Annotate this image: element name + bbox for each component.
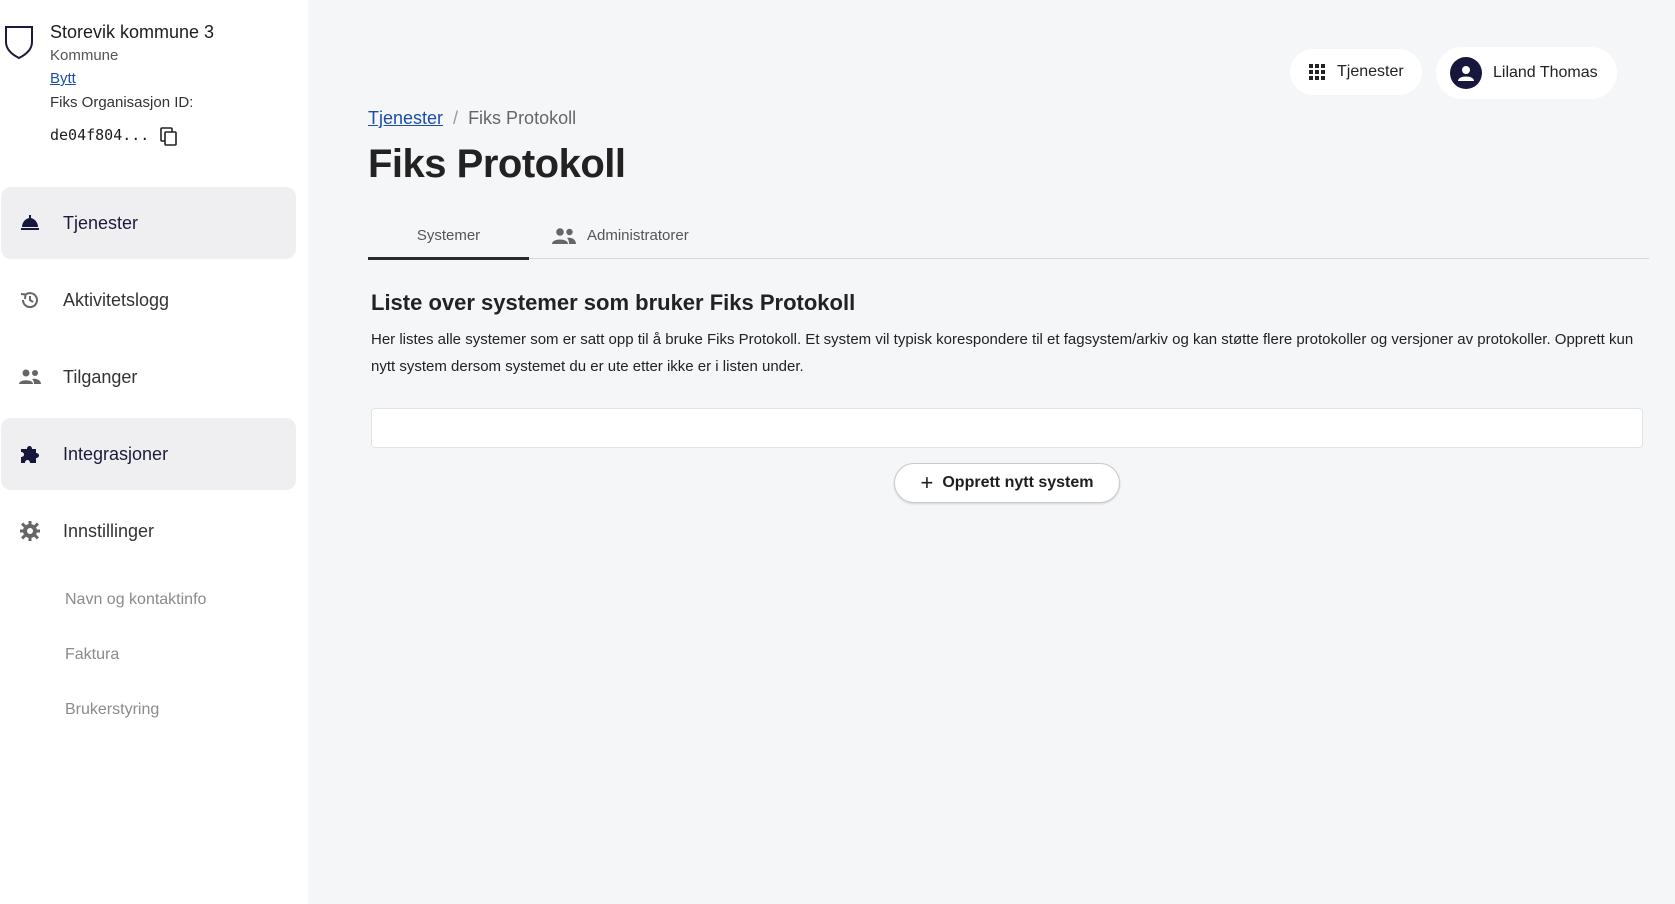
user-name: Liland Thomas bbox=[1493, 64, 1598, 81]
sidebar-item-label: Integrasjoner bbox=[63, 443, 169, 464]
gear-icon bbox=[17, 518, 43, 544]
switch-org-link[interactable]: Bytt bbox=[50, 70, 76, 87]
sidebar-item-tilganger[interactable]: Tilganger bbox=[1, 341, 296, 413]
org-id-value: de04f804... bbox=[50, 126, 150, 144]
sidebar-subitem-navn-og-kontaktinfo[interactable]: Navn og kontaktinfo bbox=[0, 572, 296, 627]
org-type: Kommune bbox=[50, 47, 119, 64]
systems-list bbox=[371, 408, 1643, 448]
history-icon bbox=[17, 287, 43, 313]
sidebar-subitem-faktura[interactable]: Faktura bbox=[0, 627, 296, 682]
breadcrumb-link-tjenester[interactable]: Tjenester bbox=[368, 108, 443, 129]
sidebar-subitem-label: Navn og kontaktinfo bbox=[65, 590, 207, 608]
shield-icon bbox=[5, 26, 33, 60]
page-title: Fiks Protokoll bbox=[368, 142, 626, 186]
section-description: Her listes alle systemer som er satt opp… bbox=[371, 331, 1634, 375]
plus-icon: + bbox=[920, 470, 934, 495]
tab-bar: Systemer Administratorer bbox=[368, 212, 1649, 260]
breadcrumb-current: Fiks Protokoll bbox=[468, 108, 577, 128]
breadcrumb: Tjenester / Fiks Protokoll bbox=[368, 108, 576, 129]
tab-label: Systemer bbox=[416, 227, 481, 244]
sidebar-nav: Tjenester Aktivitetslogg Tilganger Integ… bbox=[0, 187, 296, 737]
avatar bbox=[1450, 57, 1482, 89]
services-menu-label: Tjenester bbox=[1337, 63, 1404, 80]
people-icon bbox=[17, 364, 43, 390]
main-content: Tjenester Liland Thomas Tjenester / Fiks… bbox=[308, 0, 1675, 904]
user-menu-button[interactable]: Liland Thomas bbox=[1436, 47, 1617, 99]
breadcrumb-separator: / bbox=[453, 108, 459, 128]
tab-systemer[interactable]: Systemer bbox=[368, 212, 529, 260]
puzzle-icon bbox=[17, 441, 43, 467]
sidebar-item-label: Aktivitetslogg bbox=[63, 289, 170, 310]
tab-label: Administratorer bbox=[587, 227, 689, 244]
cloche-icon bbox=[17, 210, 43, 236]
sidebar: Storevik kommune 3 Kommune Bytt Fiks Org… bbox=[0, 0, 308, 904]
people-icon bbox=[552, 227, 576, 244]
org-id-label: Fiks Organisasjon ID: bbox=[50, 94, 194, 111]
sidebar-item-aktivitetslogg[interactable]: Aktivitetslogg bbox=[1, 264, 296, 336]
sidebar-item-label: Tilganger bbox=[63, 366, 138, 387]
sidebar-item-tjenester[interactable]: Tjenester bbox=[1, 187, 296, 259]
tab-administratorer[interactable]: Administratorer bbox=[551, 212, 689, 259]
sidebar-item-label: Innstillinger bbox=[63, 520, 155, 541]
create-system-button[interactable]: + Opprett nytt system bbox=[894, 463, 1120, 503]
sidebar-item-label: Tjenester bbox=[63, 212, 139, 233]
sidebar-subitem-brukerstyring[interactable]: Brukerstyring bbox=[0, 682, 296, 737]
org-name: Storevik kommune 3 bbox=[50, 22, 215, 42]
sidebar-item-integrasjoner[interactable]: Integrasjoner bbox=[1, 418, 296, 490]
copy-icon[interactable] bbox=[160, 127, 178, 147]
services-menu-button[interactable]: Tjenester bbox=[1290, 49, 1422, 95]
create-system-label: Opprett nytt system bbox=[942, 474, 1094, 491]
section-title: Liste over systemer som bruker Fiks Prot… bbox=[371, 290, 856, 315]
user-icon bbox=[1458, 66, 1474, 81]
sidebar-subitem-label: Brukerstyring bbox=[65, 700, 160, 718]
apps-grid-icon bbox=[1309, 64, 1325, 80]
sidebar-subitem-label: Faktura bbox=[65, 645, 120, 663]
sidebar-item-innstillinger[interactable]: Innstillinger bbox=[1, 495, 296, 567]
